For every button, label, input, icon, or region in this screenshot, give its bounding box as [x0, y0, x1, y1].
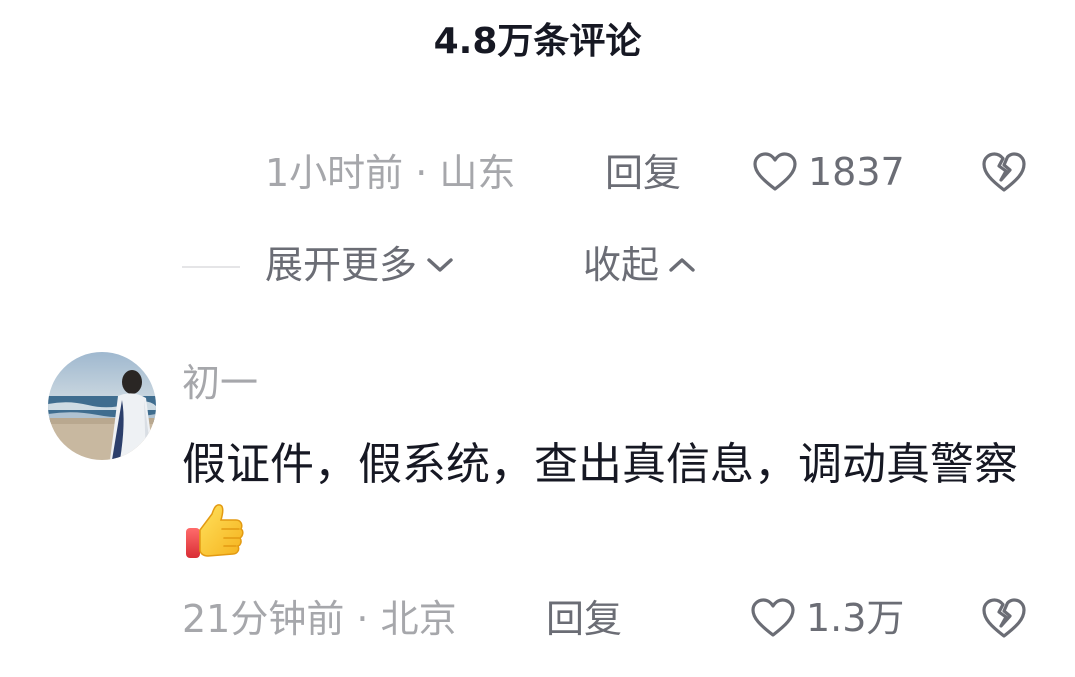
previous-comment-like-button[interactable]: 1837	[752, 148, 905, 196]
comment-like-button[interactable]: 1.3万	[750, 594, 904, 642]
heart-icon	[753, 152, 797, 191]
heart-icon	[751, 598, 795, 637]
expand-more-label: 展开更多	[265, 243, 418, 287]
chevron-up-icon	[669, 258, 695, 272]
previous-comment-text-cutoff: ▔ ╯ ▔ ▔▔▔▔▔ ▔	[265, 96, 665, 114]
comment-text-content: 假证件，假系统，查出真信息，调动真警察	[182, 439, 1018, 490]
thumbs-up-icon	[186, 504, 244, 558]
avatar-image	[48, 352, 156, 460]
comment-text: 假证件，假系统，查出真信息，调动真警察	[182, 430, 1022, 575]
like-count: 1.3万	[806, 596, 905, 640]
thread-divider-line	[182, 266, 240, 268]
comment-reply-button[interactable]: 回复	[546, 596, 622, 642]
previous-comment-reply-button[interactable]: 回复	[605, 150, 681, 196]
broken-heart-icon[interactable]	[980, 150, 1028, 194]
avatar[interactable]	[48, 352, 156, 460]
expand-more-button[interactable]: 展开更多	[265, 242, 455, 288]
broken-heart-icon[interactable]	[980, 596, 1028, 640]
chevron-down-icon	[427, 258, 453, 272]
comment-username[interactable]: 初一	[182, 360, 258, 406]
collapse-label: 收起	[583, 243, 660, 287]
comments-count-title: 4.8万条评论	[433, 21, 642, 62]
like-count: 1837	[808, 150, 905, 194]
collapse-button[interactable]: 收起	[583, 242, 697, 288]
comment-time-location: 21分钟前 · 北京	[182, 597, 457, 641]
previous-comment-time-location: 1小时前 · 山东	[265, 151, 516, 195]
